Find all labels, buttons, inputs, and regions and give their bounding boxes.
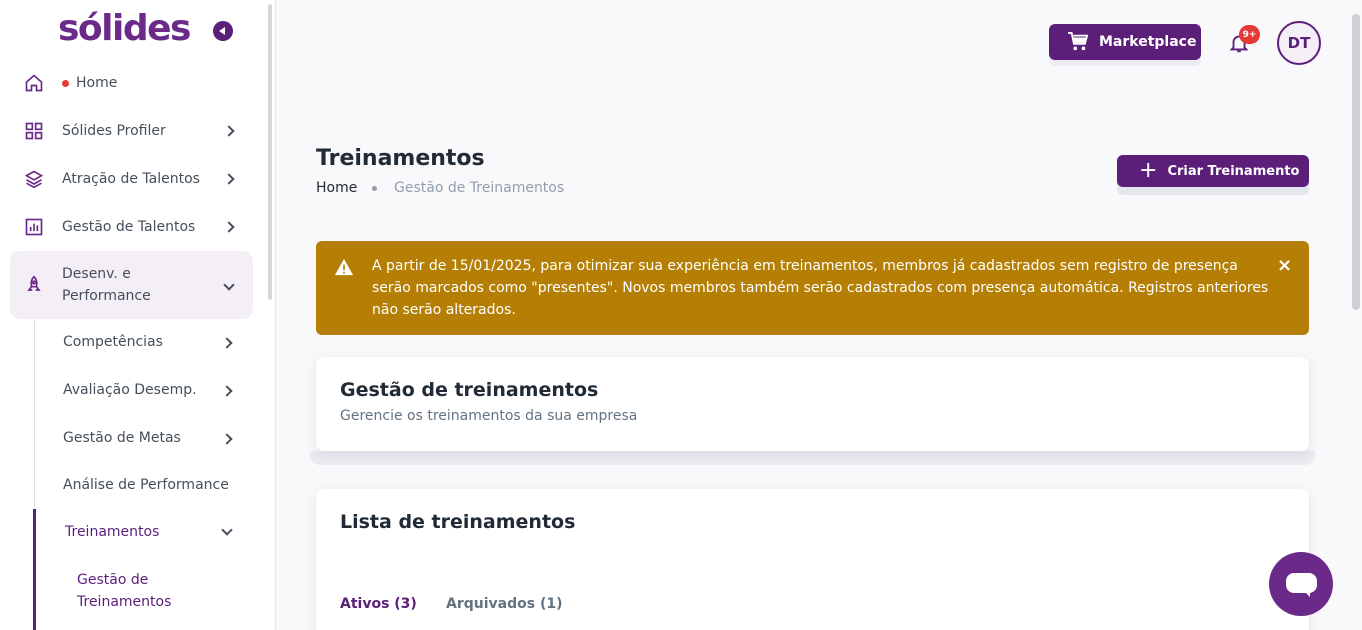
active-indicator-bar: [33, 509, 36, 630]
sidebar-item-label: Home: [76, 75, 118, 91]
subitem-avaliacao[interactable]: Avaliação Desemp.: [63, 382, 197, 398]
rocket-icon: [27, 275, 41, 291]
breadcrumb-current: Gestão de Treinamentos: [394, 180, 565, 196]
management-card: Gestão de treinamentos Gerencie os trein…: [310, 357, 1315, 465]
tab-arquivados[interactable]: Arquivados (1): [446, 596, 562, 612]
sidebar-item-label: Atração de Talentos: [62, 171, 200, 187]
chevron-down-icon: [223, 279, 235, 291]
sidebar-scrollbar[interactable]: [268, 4, 272, 300]
card-title: Gestão de treinamentos: [340, 379, 599, 401]
subitem-analise-performance[interactable]: Análise de Performance: [63, 477, 229, 493]
sidebar-item-label: Desenv. e Performance: [62, 263, 151, 307]
home-icon: [25, 74, 43, 92]
chevron-right-icon: [221, 385, 233, 397]
bar-chart-icon: [25, 218, 43, 236]
subitem-treinamentos[interactable]: Treinamentos: [65, 524, 159, 540]
close-icon[interactable]: ×: [1277, 255, 1292, 277]
sidebar-item-label: Gestão de Talentos: [62, 219, 196, 235]
chevron-right-icon: [223, 125, 235, 137]
training-list-card: Lista de treinamentos Ativos (3) Arquiva…: [316, 489, 1309, 630]
collapse-sidebar-button[interactable]: [213, 21, 233, 41]
grid-icon: [25, 122, 43, 140]
label-line-1: Desenv. e: [62, 266, 131, 282]
tab-ativos[interactable]: Ativos (3): [340, 596, 417, 612]
avatar[interactable]: DT: [1277, 21, 1321, 65]
sidebar-item-label: Sólides Profiler: [62, 123, 166, 139]
label-line-1: Gestão de: [77, 572, 149, 588]
warning-icon: [335, 258, 353, 276]
chevron-right-icon: [221, 337, 233, 349]
solides-logo[interactable]: sólides: [58, 8, 191, 49]
breadcrumb-home[interactable]: Home: [316, 180, 357, 196]
plus-icon: +: [1139, 158, 1158, 183]
home-indicator-dot: [62, 79, 69, 87]
page-title: Treinamentos: [316, 146, 485, 171]
notification-badge: 9+: [1239, 25, 1260, 44]
breadcrumb-separator: [372, 186, 377, 191]
sidebar: sólides Home Sólides Profiler Atração de…: [0, 0, 276, 630]
marketplace-label: Marketplace: [1099, 34, 1197, 50]
warning-alert: A partir de 15/01/2025, para otimizar su…: [316, 241, 1309, 335]
subitem-metas[interactable]: Gestão de Metas: [63, 430, 181, 446]
marketplace-button[interactable]: Marketplace: [1049, 24, 1201, 60]
card-subtitle: Gerencie os treinamentos da sua empresa: [340, 408, 638, 424]
chevron-right-icon: [221, 433, 233, 445]
sidebar-item-desenv-performance[interactable]: Desenv. e Performance: [10, 251, 253, 319]
label-line-2: Performance: [62, 288, 151, 304]
label-line-2: Treinamentos: [77, 594, 172, 610]
alert-message: A partir de 15/01/2025, para otimizar su…: [372, 258, 1269, 318]
sidebar-item-profiler[interactable]: Sólides Profiler: [10, 114, 253, 148]
subitem-competencias[interactable]: Competências: [63, 334, 163, 350]
sidebar-item-home[interactable]: Home: [10, 66, 253, 100]
card-title: Lista de treinamentos: [340, 511, 576, 533]
chevron-down-icon: [221, 524, 233, 536]
sidebar-item-gestao-talentos[interactable]: Gestão de Talentos: [10, 210, 253, 244]
layers-icon: [24, 170, 44, 189]
chat-button[interactable]: [1269, 552, 1333, 616]
subitem-gestao-treinamentos[interactable]: Gestão de Treinamentos: [77, 569, 171, 613]
cart-icon: [1068, 32, 1089, 51]
sidebar-item-atracao[interactable]: Atração de Talentos: [10, 162, 253, 196]
create-training-label: Criar Treinamento: [1167, 163, 1300, 179]
page-scrollbar[interactable]: [1352, 14, 1360, 310]
chevron-right-icon: [223, 221, 235, 233]
create-training-button[interactable]: + Criar Treinamento: [1117, 155, 1309, 187]
chevron-right-icon: [223, 173, 235, 185]
